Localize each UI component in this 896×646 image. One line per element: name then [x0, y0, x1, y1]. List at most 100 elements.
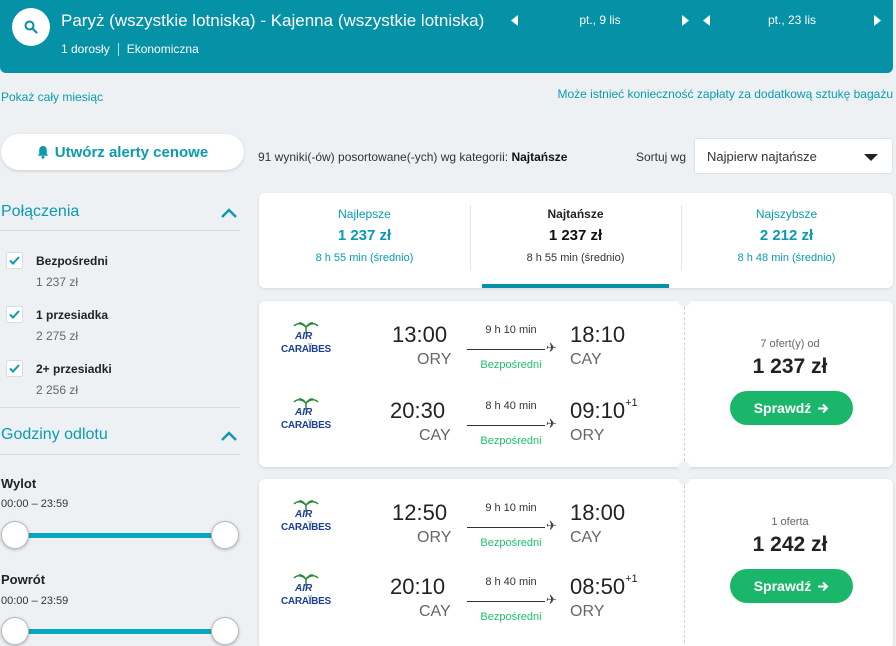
filter-direct-checkbox[interactable]: [6, 252, 23, 269]
outbound-leg: AIR CARAÏBES 13:00 ORY 9 h 10 min ✈ Bezp…: [259, 319, 684, 395]
outbound-slider-min-handle[interactable]: [1, 521, 29, 549]
plane-icon: ✈: [546, 592, 557, 607]
baggage-fee-link[interactable]: Może istnieć konieczność zapłaty za doda…: [557, 87, 893, 101]
departure-airport: ORY: [417, 351, 452, 368]
ticket-notch: [678, 473, 690, 485]
filter-direct-price: 1 237 zł: [36, 275, 79, 289]
tab-cheapest-price: 1 237 zł: [548, 227, 603, 244]
arrival-time: 09:10+1: [570, 396, 638, 424]
flight-result-card[interactable]: AIR CARAÏBES 13:00 ORY 9 h 10 min ✈ Bezp…: [259, 295, 893, 473]
arrival-time-value: 18:00: [570, 500, 626, 525]
connections-title: Połączenia: [1, 203, 80, 220]
sort-dropdown[interactable]: Najpierw najtańsze: [694, 138, 893, 174]
tab-fastest-label: Najszybsze: [755, 207, 818, 221]
sort-selected-value: Najpierw najtańsze: [707, 148, 817, 164]
departure-airport: CAY: [419, 427, 451, 444]
flight-duration: 8 h 40 min: [485, 576, 537, 588]
arrival-time-value: 08:50: [570, 574, 626, 599]
filter-two-plus-stops-checkbox[interactable]: [6, 360, 23, 377]
filter-one-stop-label[interactable]: 1 przesiadka: [36, 308, 108, 322]
flight-price: 1 242 zł: [752, 533, 828, 556]
price-alert-button[interactable]: Utwórz alerty cenowe: [1, 134, 244, 170]
airline-logo: AIR CARAÏBES: [281, 573, 333, 615]
bell-icon: [37, 146, 48, 159]
check-deal-label: Sprawdź: [753, 400, 812, 416]
checkmark-icon: [9, 256, 20, 265]
flight-duration: 9 h 10 min: [485, 502, 537, 514]
chevron-up-icon[interactable]: [220, 207, 238, 219]
departure-times-title: Godziny odlotu: [1, 426, 108, 443]
plane-icon: ✈: [546, 340, 557, 355]
check-deal-button[interactable]: Sprawdź: [730, 569, 853, 603]
tab-cheapest[interactable]: Najtańsze 1 237 zł 8 h 55 min (średnio): [470, 193, 681, 288]
tab-fastest-duration: 8 h 48 min (średnio): [737, 252, 836, 264]
route-title[interactable]: Paryż (wszystkie lotniska) - Kajenna (ws…: [61, 11, 484, 31]
outbound-slider-track[interactable]: [15, 533, 226, 538]
day-offset: +1: [625, 572, 638, 585]
outbound-slider-label: Wylot: [1, 476, 37, 491]
day-offset: +1: [625, 396, 638, 409]
arrow-right-icon: [818, 581, 829, 591]
return-date-nav: pt., 23 lis: [700, 12, 884, 28]
flight-line: [467, 527, 545, 528]
tab-cheapest-label: Najtańsze: [547, 207, 604, 221]
outbound-time-range: 00:00 – 23:59: [1, 498, 69, 510]
return-slider-track[interactable]: [15, 629, 226, 634]
airline-logo-text-bottom: CARAÏBES: [281, 344, 331, 355]
caret-down-icon: [864, 154, 878, 161]
depart-next-date-button[interactable]: [678, 12, 692, 28]
filter-direct-label[interactable]: Bezpośredni: [36, 254, 108, 268]
return-slider-max-handle[interactable]: [211, 617, 239, 645]
filter-one-stop-price: 2 275 zł: [36, 329, 79, 343]
airline-logo-text-bottom: CARAÏBES: [281, 522, 331, 533]
return-leg: AIR CARAÏBES 20:10 CAY 8 h 40 min ✈ Bezp…: [259, 571, 684, 646]
flight-duration: 9 h 10 min: [485, 324, 537, 336]
arrival-time: 18:00: [570, 500, 625, 526]
arrival-airport: ORY: [570, 603, 605, 620]
chevron-left-icon: [511, 14, 518, 26]
ticket-divider: [684, 307, 685, 461]
return-slider-min-handle[interactable]: [1, 617, 29, 645]
offers-count: 1 oferta: [771, 516, 809, 528]
results-summary: 91 wyniki(-ów) posortowane(-ych) wg kate…: [258, 150, 567, 164]
ticket-divider: [684, 485, 685, 643]
arrival-time: 18:10: [570, 322, 625, 348]
airline-logo-text-bottom: CARAÏBES: [281, 420, 331, 431]
return-prev-date-button[interactable]: [700, 12, 714, 28]
flight-result-card[interactable]: AIR CARAÏBES 12:50 ORY 9 h 10 min ✈ Bezp…: [259, 473, 893, 646]
tab-best[interactable]: Najlepsze 1 237 zł 8 h 55 min (średnio): [259, 193, 470, 288]
filter-two-plus-stops-label[interactable]: 2+ przesiadki: [36, 362, 112, 376]
depart-date[interactable]: pt., 9 lis: [522, 13, 678, 27]
divider: [0, 230, 240, 231]
sort-by-label: Sortuj wg: [636, 150, 687, 164]
results-count: 91 wyniki(-ów) posortowane(-ych) wg kate…: [258, 150, 509, 164]
check-deal-button[interactable]: Sprawdź: [730, 391, 853, 425]
tab-fastest[interactable]: Najszybsze 2 212 zł 8 h 48 min (średnio): [681, 193, 892, 288]
return-date[interactable]: pt., 23 lis: [714, 13, 870, 27]
divider: [0, 407, 240, 408]
return-leg: AIR CARAÏBES 20:30 CAY 8 h 40 min ✈ Bezp…: [259, 395, 684, 471]
depart-prev-date-button[interactable]: [508, 12, 522, 28]
return-slider-label: Powrót: [1, 572, 46, 587]
search-icon: [24, 20, 38, 34]
outbound-slider-max-handle[interactable]: [211, 521, 239, 549]
filter-one-stop-checkbox[interactable]: [6, 306, 23, 323]
flight-line: [467, 349, 545, 350]
arrival-time-value: 09:10: [570, 398, 626, 423]
arrival-airport: CAY: [570, 351, 602, 368]
departure-time: 20:10: [390, 574, 446, 599]
search-summary-header: Paryż (wszystkie lotniska) - Kajenna (ws…: [0, 0, 893, 73]
results-sort-category: Najtańsze: [511, 150, 568, 164]
tab-fastest-price: 2 212 zł: [759, 227, 814, 244]
return-next-date-button[interactable]: [870, 12, 884, 28]
departure-time: 20:30: [390, 398, 446, 423]
airline-logo-text-top: AIR: [295, 331, 313, 342]
trip-details[interactable]: 1 dorosły Ekonomiczna: [61, 42, 199, 56]
show-month-link[interactable]: Pokaż cały miesiąc: [1, 90, 103, 104]
airline-logo: AIR CARAÏBES: [281, 321, 333, 363]
airline-logo: AIR CARAÏBES: [281, 499, 333, 541]
arrival-airport: CAY: [570, 529, 602, 546]
chevron-up-icon[interactable]: [220, 430, 238, 442]
airline-logo-text-bottom: CARAÏBES: [281, 596, 331, 607]
search-button[interactable]: [12, 8, 50, 46]
